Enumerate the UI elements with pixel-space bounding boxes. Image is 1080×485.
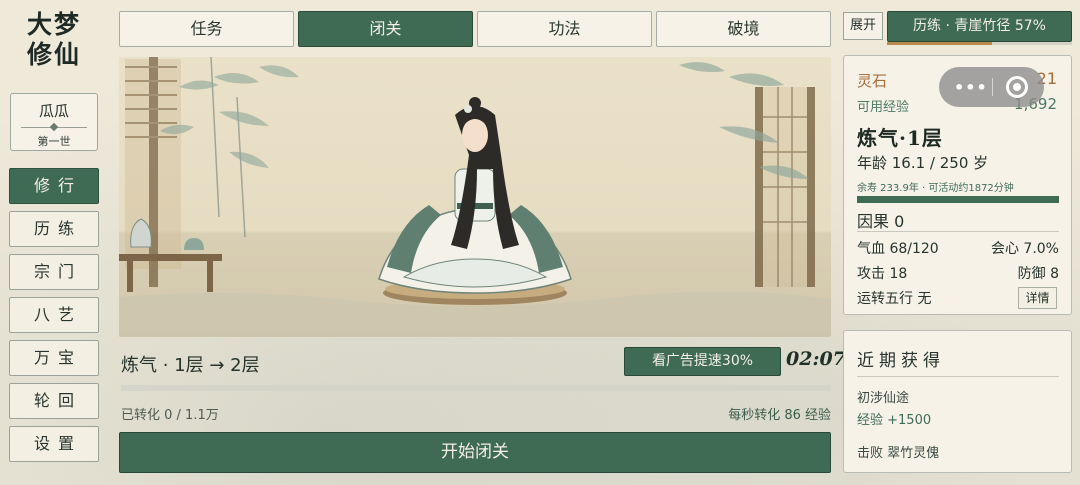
nav-sect[interactable]: 宗门 (9, 254, 99, 290)
recent-gains-panel: 近期获得 初涉仙途 经验 +1500 击败 翠竹灵傀 (843, 330, 1072, 473)
recent-item: 初涉仙途 (857, 391, 910, 406)
nav-settings[interactable]: 设置 (9, 426, 99, 462)
available-exp-label: 可用经验 (857, 100, 910, 115)
age-text: 年龄 16.1 / 250 岁 (857, 154, 989, 172)
training-progress-bar (887, 42, 1072, 45)
conversion-rate: 每秒转化 86 经验 (728, 408, 831, 423)
scene-illustration (119, 57, 831, 337)
recent-gains-title: 近期获得 (857, 351, 945, 371)
logo-line-2: 修仙 (26, 40, 81, 69)
nav-reincarnation[interactable]: 轮回 (9, 383, 99, 419)
remaining-lifespan: 余寿 233.9年 · 可活动约1872分钟 (857, 183, 1014, 194)
top-tabs: 任务 闭关 功法 破境 (119, 11, 831, 47)
recent-divider (857, 376, 1059, 377)
realm-level: 炼气·1层 (857, 126, 943, 150)
miniprogram-capsule: ••• (939, 67, 1044, 107)
stage-title: 炼气 · 1层 → 2层 (121, 355, 260, 376)
game-logo: 大梦 修仙 (18, 10, 90, 80)
nav-treasures[interactable]: 万宝 (9, 340, 99, 376)
side-nav: 修行 历练 宗门 八艺 万宝 轮回 设置 (9, 168, 99, 469)
player-generation: 第一世 (37, 135, 71, 148)
left-window (125, 57, 181, 287)
right-window (755, 87, 815, 287)
crit-value: 会心 7.0% (990, 241, 1059, 257)
details-button[interactable]: 详情 (1018, 287, 1057, 309)
defense-value: 防御 8 (1017, 266, 1059, 282)
five-elements-value: 运转五行 无 (857, 291, 932, 307)
incense-burner (184, 238, 204, 250)
recent-item: 击败 翠竹灵傀 (857, 446, 940, 461)
hp-value: 气血 68/120 (857, 241, 939, 257)
capsule-divider (992, 78, 993, 96)
close-circle-icon[interactable] (1006, 76, 1028, 98)
meditation-scene (119, 57, 831, 337)
start-seclusion-button[interactable]: 开始闭关 (119, 432, 831, 473)
game-screen: 大梦 修仙 瓜瓜 第一世 修行 历练 宗门 八艺 万宝 轮回 设置 任务 闭关 … (0, 0, 1080, 485)
karma-value: 因果 0 (857, 212, 905, 231)
profile-divider (21, 122, 87, 132)
side-table (119, 254, 222, 292)
cultivation-progress-bar (121, 385, 831, 391)
countdown-timer: 02:07 (786, 348, 846, 370)
stat-row-attack: 攻击 18 防御 8 (857, 263, 1059, 283)
player-name: 瓜瓜 (38, 102, 69, 120)
more-dots-icon[interactable]: ••• (954, 78, 988, 97)
converted-amount: 已转化 0 / 1.1万 (121, 408, 219, 423)
tab-seclusion[interactable]: 闭关 (298, 11, 473, 47)
stat-row-hp: 气血 68/120 会心 7.0% (857, 238, 1059, 258)
training-progress-fill (887, 42, 993, 45)
stats-divider (857, 231, 1059, 232)
spirit-stone-label: 灵石 (857, 72, 888, 90)
recent-item: 经验 +1500 (857, 413, 932, 428)
ad-speedup-button[interactable]: 看广告提速30% (624, 347, 781, 376)
training-status-button[interactable]: 历练 · 青崖竹径 57% (887, 11, 1072, 42)
nav-arts[interactable]: 八艺 (9, 297, 99, 333)
nav-cultivate[interactable]: 修行 (9, 168, 99, 204)
lifespan-bar (857, 196, 1059, 203)
tab-tasks[interactable]: 任务 (119, 11, 294, 47)
nav-adventure[interactable]: 历练 (9, 211, 99, 247)
tab-techniques[interactable]: 功法 (477, 11, 652, 47)
logo-line-1: 大梦 (26, 10, 81, 39)
player-profile-card[interactable]: 瓜瓜 第一世 (10, 93, 98, 151)
tab-breakthrough[interactable]: 破境 (656, 11, 831, 47)
attack-value: 攻击 18 (857, 266, 908, 282)
expand-button[interactable]: 展开 (843, 12, 883, 40)
